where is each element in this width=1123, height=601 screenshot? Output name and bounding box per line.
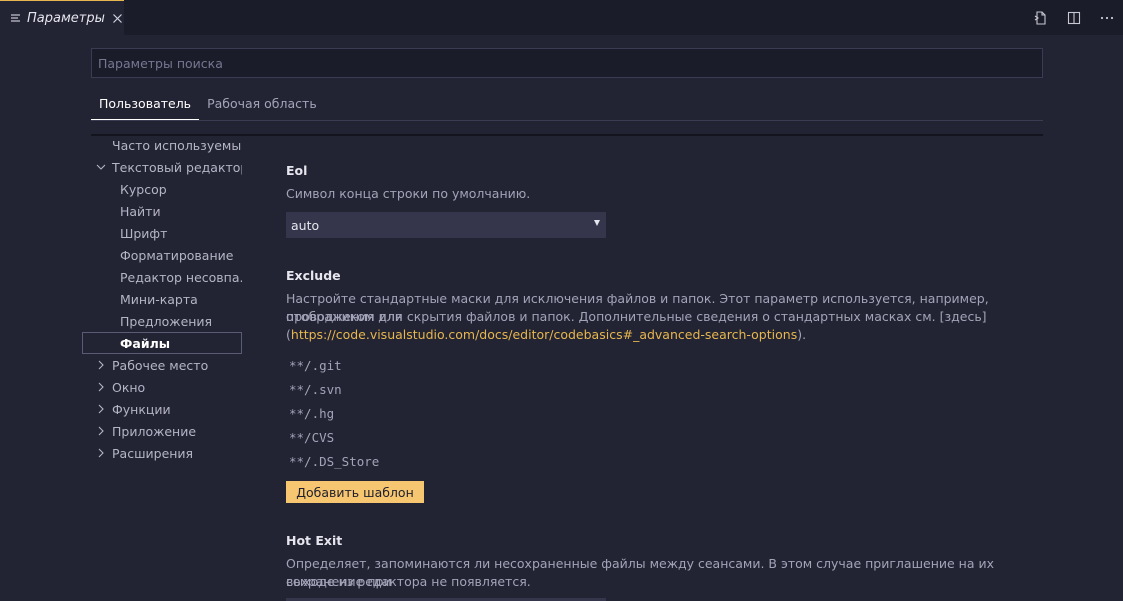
tab-title: Параметры: [27, 10, 105, 26]
setting-hot-exit-description-2: выходе из редактора не появляется.: [286, 574, 531, 589]
toc-item-label: Форматирование: [120, 247, 234, 263]
setting-eol-description: Символ конца строки по умолчанию.: [286, 186, 531, 201]
editor-tab-bar: Параметры: [0, 0, 1123, 35]
exclude-pattern-item[interactable]: **/.svn: [289, 382, 342, 397]
add-pattern-button[interactable]: Добавить шаблон: [286, 481, 424, 503]
more-actions-icon[interactable]: [1090, 0, 1123, 35]
chevron-right-icon: [96, 447, 108, 459]
search-options-link[interactable]: https://code.visualstudio.com/docs/edito…: [291, 327, 797, 342]
chevron-right-icon: [96, 425, 108, 437]
dropdown-arrow-icon: [594, 220, 600, 226]
toc-item-label: Функции: [112, 401, 171, 417]
chevron-right-icon: [96, 403, 108, 415]
toc-item-suggestions[interactable]: Предложения: [82, 310, 242, 332]
toc-item-label: Шрифт: [120, 225, 168, 241]
toc-item-font[interactable]: Шрифт: [82, 222, 242, 244]
toc-item-diff-editor[interactable]: Редактор несовпа...: [82, 266, 242, 288]
toc-item-label: Часто используемые: [112, 137, 242, 153]
toc-item-label: Предложения: [120, 313, 213, 329]
setting-hot-exit-title: Hot Exit: [286, 533, 343, 548]
toc-item-label: Редактор несовпа...: [120, 269, 242, 285]
toc-item-workbench[interactable]: Рабочее место: [82, 354, 242, 376]
exclude-pattern-item[interactable]: **/.hg: [289, 406, 334, 421]
exclude-pattern-item[interactable]: **/.git: [289, 358, 342, 373]
exclude-pattern-item[interactable]: **/CVS: [289, 430, 334, 445]
chevron-right-icon: [96, 359, 108, 371]
tab-workspace[interactable]: Рабочая область: [199, 90, 325, 120]
scope-divider: [91, 120, 1043, 121]
toc-item-files[interactable]: Файлы: [82, 332, 242, 354]
toc-item-window[interactable]: Окно: [82, 376, 242, 398]
eol-select[interactable]: auto: [286, 212, 606, 238]
search-input[interactable]: [91, 48, 1043, 78]
toc-item-label: Рабочее место: [112, 357, 209, 373]
toc-item-find[interactable]: Найти: [82, 200, 242, 222]
setting-exclude-description-2: отображения или скрытия файлов и папок. …: [286, 309, 987, 324]
toc-item-label: Курсор: [120, 181, 167, 197]
tab-settings[interactable]: Параметры: [0, 0, 124, 35]
toc-item-cursor[interactable]: Курсор: [82, 178, 242, 200]
editor-actions: [1024, 0, 1123, 35]
setting-eol-title: Eol: [286, 163, 308, 178]
toc-item-label: Расширения: [112, 445, 194, 461]
chevron-down-icon: [96, 161, 108, 173]
split-editor-icon[interactable]: [1057, 0, 1090, 35]
toc-item-application[interactable]: Приложение: [82, 420, 242, 442]
link-close-paren: ).: [797, 327, 807, 342]
toc-item-formatting[interactable]: Форматирование: [82, 244, 242, 266]
toc-item-label: Приложение: [112, 423, 197, 439]
toc-item-extensions[interactable]: Расширения: [82, 442, 242, 464]
toc-item-minimap[interactable]: Мини-карта: [82, 288, 242, 310]
toc-item-label: Текстовый редактор: [112, 159, 242, 175]
setting-exclude-description-3: (https://code.visualstudio.com/docs/edit…: [286, 326, 1046, 344]
toc-item-label: Найти: [120, 203, 161, 219]
setting-exclude-title: Exclude: [286, 268, 341, 283]
settings-toc: Часто используемые Текстовый редактор Ку…: [82, 134, 242, 464]
toc-item-commonly-used[interactable]: Часто используемые: [82, 134, 242, 156]
close-icon[interactable]: [112, 12, 124, 24]
settings-scope-tabs: Пользователь Рабочая область: [91, 90, 325, 120]
toc-item-text-editor[interactable]: Текстовый редактор: [82, 156, 242, 178]
exclude-pattern-item[interactable]: **/.DS_Store: [289, 454, 379, 469]
settings-list-icon: [10, 12, 22, 24]
tab-user[interactable]: Пользователь: [91, 90, 200, 120]
open-settings-json-icon[interactable]: [1024, 0, 1057, 35]
toc-item-label: Окно: [112, 379, 146, 395]
chevron-right-icon: [96, 381, 108, 393]
eol-select-value: auto: [291, 217, 320, 233]
toc-item-features[interactable]: Функции: [82, 398, 242, 420]
toc-item-label: Мини-карта: [120, 291, 198, 307]
toc-item-label: Файлы: [120, 335, 171, 351]
